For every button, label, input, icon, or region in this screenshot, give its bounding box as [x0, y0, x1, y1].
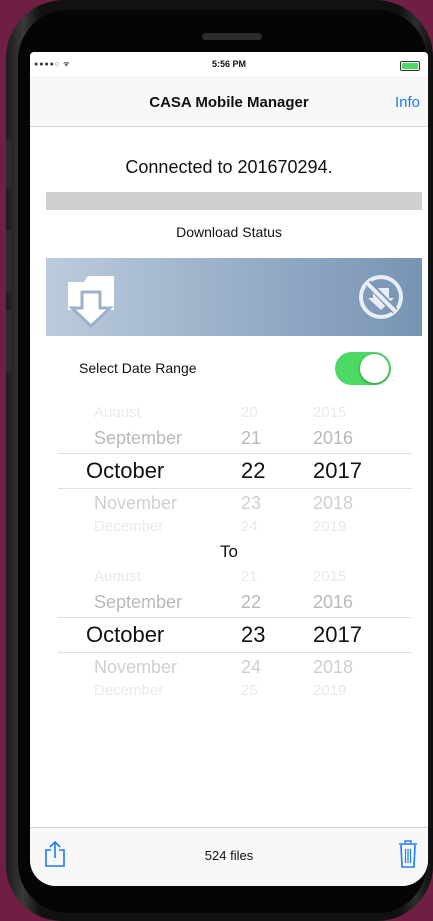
picker-month: November	[94, 657, 178, 677]
info-button[interactable]: Info	[395, 94, 420, 111]
picker-day: 20	[241, 404, 258, 418]
picker-year: 2015	[313, 568, 347, 582]
date-range-toggle[interactable]	[335, 352, 391, 385]
no-download-icon	[359, 275, 403, 319]
picker-year: 2018	[313, 657, 354, 677]
volume-up-button	[6, 230, 12, 292]
picker-year: 2017	[313, 622, 362, 647]
picker-month: September	[94, 592, 183, 612]
status-bar: ●●●●○ ᯤ 5:56 PM	[30, 52, 428, 76]
date-range-label: Select Date Range	[79, 360, 197, 376]
picker-row[interactable]: September 21 2016	[58, 428, 412, 456]
picker-day: 23	[241, 622, 266, 647]
picker-year: 2017	[313, 458, 362, 483]
picker-day: 23	[241, 493, 262, 513]
picker-month: August	[94, 568, 141, 582]
picker-row[interactable]: November 23 2018	[58, 493, 412, 521]
from-date-picker[interactable]: August 20 2015 September 21 2016 October…	[58, 402, 412, 532]
download-progress-bar	[46, 192, 422, 210]
picker-year: 2015	[313, 404, 347, 418]
picker-month: November	[94, 493, 178, 513]
picker-month: August	[94, 404, 141, 418]
trash-icon[interactable]	[398, 839, 418, 869]
battery-icon	[400, 61, 420, 71]
picker-day: 25	[241, 682, 258, 696]
picker-row[interactable]: August 20 2015	[58, 404, 412, 418]
picker-year: 2019	[313, 682, 347, 696]
picker-row[interactable]: December 25 2019	[58, 682, 412, 696]
file-count: 524 files	[204, 848, 254, 863]
picker-row-selected[interactable]: October 22 2017	[58, 458, 412, 486]
picker-row-selected[interactable]: October 23 2017	[58, 622, 412, 650]
picker-month: December	[94, 682, 164, 696]
to-label: To	[220, 542, 238, 561]
picker-month: October	[86, 622, 165, 647]
selection-divider-top	[58, 617, 412, 618]
picker-year: 2016	[313, 592, 354, 612]
download-status-label: Download Status	[176, 224, 282, 240]
status-time: 5:56 PM	[211, 59, 246, 69]
toggle-knob	[360, 354, 389, 383]
selection-divider-top	[58, 453, 412, 454]
selection-divider-bottom	[58, 652, 412, 653]
picker-day: 22	[241, 592, 262, 612]
picker-month: October	[86, 458, 165, 483]
picker-year: 2018	[313, 493, 354, 513]
navigation-bar: CASA Mobile Manager Info	[30, 76, 428, 127]
picker-day: 22	[241, 458, 266, 483]
picker-day: 24	[241, 518, 258, 532]
picker-row[interactable]: September 22 2016	[58, 592, 412, 620]
download-banner[interactable]	[46, 258, 422, 336]
earpiece-speaker	[202, 33, 262, 40]
picker-row[interactable]: August 21 2015	[58, 568, 412, 582]
to-date-picker[interactable]: August 21 2015 September 22 2016 October…	[58, 566, 412, 696]
picker-row[interactable]: November 24 2018	[58, 657, 412, 685]
connection-status: Connected to 201670294.	[125, 157, 333, 177]
picker-day: 21	[241, 568, 258, 582]
selection-divider-bottom	[58, 488, 412, 489]
phone-frame: ●●●●○ ᯤ 5:56 PM CASA Mobile Manager Info…	[6, 0, 433, 921]
app-screen: ●●●●○ ᯤ 5:56 PM CASA Mobile Manager Info…	[30, 52, 428, 886]
picker-year: 2016	[313, 428, 354, 448]
folder-download-icon	[68, 276, 114, 329]
picker-year: 2019	[313, 518, 347, 532]
volume-down-button	[6, 310, 12, 372]
bottom-toolbar: 524 files	[30, 827, 428, 886]
picker-month: September	[94, 428, 183, 448]
picker-day: 21	[241, 428, 262, 448]
picker-row[interactable]: December 24 2019	[58, 518, 412, 532]
picker-day: 24	[241, 657, 262, 677]
picker-month: December	[94, 518, 164, 532]
mute-switch	[6, 140, 12, 188]
nav-title: CASA Mobile Manager	[149, 94, 309, 111]
